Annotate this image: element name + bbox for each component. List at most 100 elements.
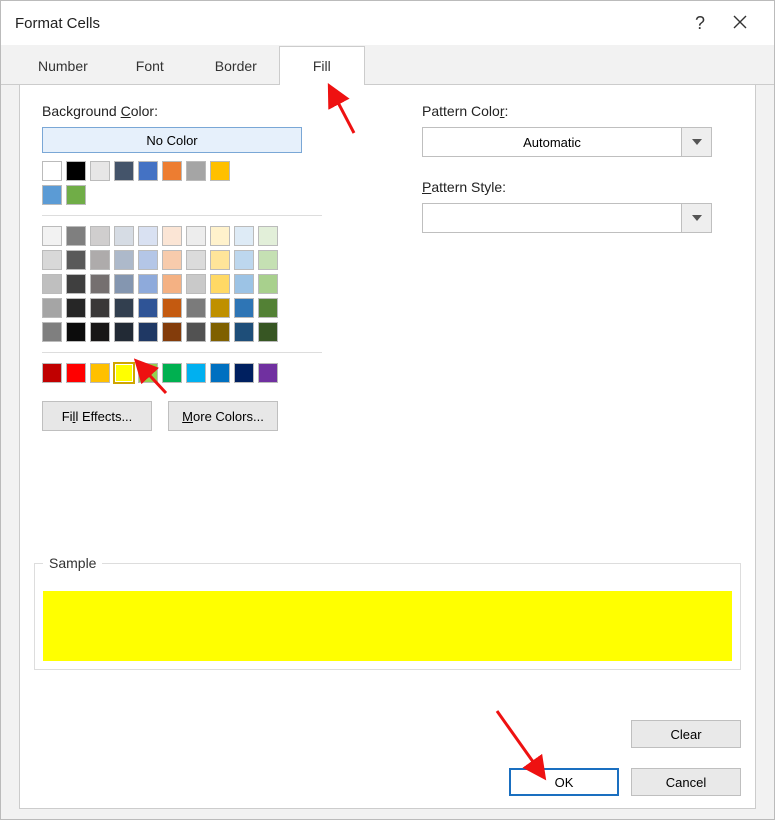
pattern-style-value (423, 204, 681, 232)
dialog-title: Format Cells (15, 15, 680, 32)
background-color-group: Background Color: No Color Fill Effects.… (42, 103, 352, 431)
color-swatch[interactable] (210, 322, 230, 342)
color-swatch[interactable] (162, 274, 182, 294)
color-swatch[interactable] (138, 250, 158, 270)
tab-font[interactable]: Font (107, 46, 193, 86)
color-swatch[interactable] (210, 274, 230, 294)
color-swatch[interactable] (234, 322, 254, 342)
color-swatch[interactable] (114, 322, 134, 342)
color-swatch[interactable] (138, 274, 158, 294)
color-swatch[interactable] (258, 322, 278, 342)
clear-button[interactable]: Clear (631, 720, 741, 748)
color-swatch[interactable] (42, 322, 62, 342)
chevron-down-icon[interactable] (681, 204, 711, 232)
color-swatch[interactable] (186, 322, 206, 342)
color-swatch[interactable] (234, 298, 254, 318)
color-swatch[interactable] (186, 298, 206, 318)
color-swatch[interactable] (42, 274, 62, 294)
separator (42, 215, 322, 216)
color-swatch[interactable] (210, 250, 230, 270)
fill-panel: Background Color: No Color Fill Effects.… (19, 85, 756, 809)
color-swatch[interactable] (138, 161, 158, 181)
color-swatch[interactable] (90, 322, 110, 342)
color-swatch[interactable] (42, 363, 62, 383)
color-swatch[interactable] (114, 298, 134, 318)
ok-button[interactable]: OK (509, 768, 619, 796)
color-swatch[interactable] (234, 363, 254, 383)
sample-legend: Sample (43, 555, 102, 571)
color-swatch[interactable] (210, 226, 230, 246)
theme-tints (42, 226, 352, 342)
color-swatch[interactable] (138, 226, 158, 246)
more-colors-button[interactable]: More Colors... (168, 401, 278, 431)
color-swatch[interactable] (186, 363, 206, 383)
color-swatch[interactable] (258, 298, 278, 318)
color-swatch[interactable] (90, 363, 110, 383)
fill-effects-button[interactable]: Fill Effects... (42, 401, 152, 431)
color-swatch[interactable] (114, 161, 134, 181)
tab-border[interactable]: Border (193, 46, 279, 86)
color-swatch[interactable] (114, 226, 134, 246)
close-icon[interactable] (720, 13, 760, 34)
color-swatch[interactable] (90, 226, 110, 246)
color-swatch[interactable] (90, 298, 110, 318)
color-swatch[interactable] (66, 185, 86, 205)
color-swatch[interactable] (162, 161, 182, 181)
cancel-button[interactable]: Cancel (631, 768, 741, 796)
pattern-style-combo[interactable] (422, 203, 712, 233)
format-cells-dialog: Format Cells ? Number Font Border Fill B… (0, 0, 775, 820)
tab-fill[interactable]: Fill (279, 46, 365, 86)
no-color-button[interactable]: No Color (42, 127, 302, 153)
tab-number[interactable]: Number (19, 46, 107, 86)
color-swatch[interactable] (114, 250, 134, 270)
color-swatch[interactable] (66, 250, 86, 270)
color-swatch[interactable] (42, 250, 62, 270)
help-icon[interactable]: ? (680, 13, 720, 34)
pattern-color-combo[interactable]: Automatic (422, 127, 712, 157)
color-swatch[interactable] (114, 274, 134, 294)
color-swatch[interactable] (210, 298, 230, 318)
color-swatch[interactable] (138, 322, 158, 342)
color-swatch[interactable] (66, 226, 86, 246)
color-swatch[interactable] (258, 250, 278, 270)
color-swatch[interactable] (186, 161, 206, 181)
color-swatch[interactable] (90, 161, 110, 181)
sample-preview (43, 591, 732, 661)
color-swatch[interactable] (186, 226, 206, 246)
color-swatch[interactable] (258, 363, 278, 383)
color-swatch[interactable] (234, 226, 254, 246)
color-swatch[interactable] (186, 250, 206, 270)
color-swatch[interactable] (234, 274, 254, 294)
color-swatch[interactable] (66, 274, 86, 294)
chevron-down-icon[interactable] (681, 128, 711, 156)
color-swatch[interactable] (162, 298, 182, 318)
color-swatch[interactable] (66, 298, 86, 318)
color-swatch[interactable] (210, 161, 230, 181)
tabs-bar: Number Font Border Fill (1, 45, 774, 85)
color-swatch[interactable] (138, 298, 158, 318)
color-swatch[interactable] (66, 322, 86, 342)
color-swatch[interactable] (162, 322, 182, 342)
color-swatch[interactable] (42, 185, 62, 205)
color-swatch[interactable] (234, 250, 254, 270)
color-swatch[interactable] (162, 250, 182, 270)
color-swatch[interactable] (258, 274, 278, 294)
color-swatch[interactable] (90, 250, 110, 270)
color-swatch[interactable] (138, 363, 158, 383)
separator (42, 352, 322, 353)
color-swatch[interactable] (66, 363, 86, 383)
color-swatch[interactable] (186, 274, 206, 294)
color-swatch[interactable] (42, 161, 62, 181)
color-swatch[interactable] (42, 226, 62, 246)
color-swatch[interactable] (66, 161, 86, 181)
color-swatch[interactable] (162, 226, 182, 246)
pattern-color-label: Pattern Color: (422, 103, 733, 119)
pattern-color-value: Automatic (423, 128, 681, 156)
color-swatch[interactable] (42, 298, 62, 318)
dialog-body: Number Font Border Fill Background Color… (1, 45, 774, 819)
color-swatch[interactable] (258, 226, 278, 246)
color-swatch[interactable] (162, 363, 182, 383)
color-swatch[interactable] (90, 274, 110, 294)
color-swatch[interactable] (210, 363, 230, 383)
color-swatch[interactable] (114, 363, 134, 383)
